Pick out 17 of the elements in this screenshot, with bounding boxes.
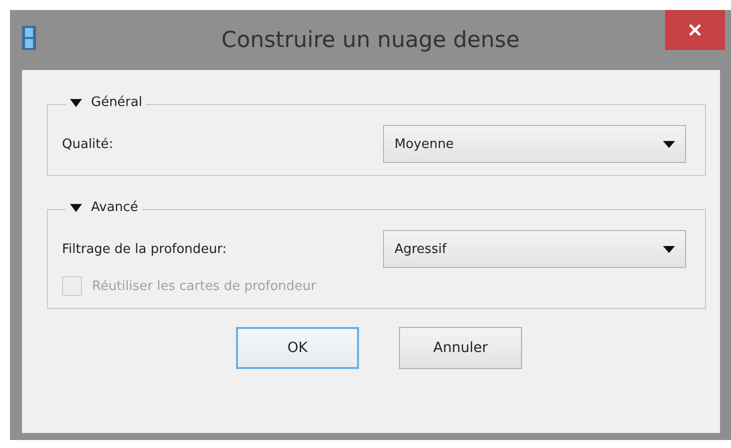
close-icon	[688, 23, 702, 37]
film-icon	[22, 26, 36, 50]
checkbox-label: Réutiliser les cartes de profondeur	[92, 278, 316, 294]
group-title: Avancé	[91, 200, 138, 215]
dropdown[interactable]: Agressif	[383, 230, 686, 268]
caret-icon	[663, 140, 675, 148]
collapse-toggle-icon[interactable]	[70, 202, 82, 212]
field-label: Filtrage de la profondeur:	[62, 242, 228, 256]
window-title: Construire un nuage dense	[220, 28, 521, 52]
field-label: Qualité:	[62, 136, 114, 152]
dialog-button[interactable]: Annuler	[399, 327, 522, 369]
dialog-button[interactable]: OK	[236, 327, 359, 369]
group-title: Général	[91, 95, 142, 110]
close-button[interactable]	[665, 10, 725, 50]
dropdown[interactable]: Moyenne	[383, 125, 686, 163]
caret-icon	[663, 246, 675, 252]
collapse-toggle-icon[interactable]	[70, 98, 82, 108]
